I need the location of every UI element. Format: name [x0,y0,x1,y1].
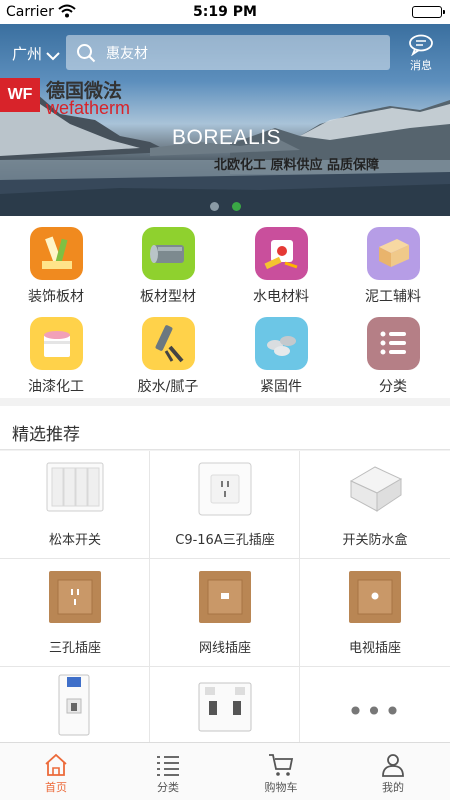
message-icon [404,34,438,56]
chevron-down-icon[interactable] [46,46,60,65]
status-bar: Carrier 5:19 PM [0,0,450,24]
product-card[interactable]: 三孔插座 [0,559,150,667]
battery-icon [412,6,445,18]
city-selector[interactable]: 广州 [12,43,42,64]
leakage-breaker-icon [198,682,252,732]
profile-icon [382,754,404,777]
socket-icon [198,462,252,516]
tab-cart[interactable]: 购物车 [225,743,337,800]
category-item[interactable]: 泥工辅料 [337,216,449,306]
category-label: 装饰板材 [28,289,84,305]
paint-bucket-icon [29,317,83,370]
bottom-tab-bar: 首页 分类 购物车 我的 [0,742,450,800]
category-item[interactable]: 装饰板材 [0,216,112,306]
banner-pager [0,202,450,211]
category-label: 泥工辅料 [365,289,421,305]
product-name: 三孔插座 [48,641,101,656]
product-card[interactable]: 松本开关 [0,451,150,559]
caulk-gun-icon [141,317,195,370]
search-icon [76,43,96,67]
category-grid: 装饰板材 板材型材 水电材料 泥工辅料 油漆化工 胶水/腻子 紧固件 分类 [0,216,450,398]
profile-pipe-icon [141,227,195,280]
search-input[interactable]: 惠友材 [66,35,390,70]
top-header: 广州 惠友材 消息 [0,24,450,80]
category-item[interactable]: 板材型材 [112,216,224,306]
product-name: 开关防水盒 [342,533,408,548]
brand-logo: WF [0,78,40,112]
product-name: 松本开关 [48,533,101,548]
recommend-section-header: 精选推荐 [0,406,450,450]
tab-category[interactable]: 分类 [112,743,224,800]
tab-label: 购物车 [264,781,298,794]
tab-home[interactable]: 首页 [0,743,112,800]
category-item[interactable]: 油漆化工 [0,306,112,396]
category-label: 板材型材 [140,289,196,305]
tab-label: 首页 [45,781,67,794]
list-icon [366,317,420,370]
circuit-breaker-icon [58,674,90,736]
search-placeholder: 惠友材 [106,46,148,62]
electrical-icon [254,227,308,280]
pager-dot[interactable] [209,202,219,211]
category-label: 油漆化工 [28,379,84,395]
banner-headline: BOREALIS [172,126,282,149]
wall-switch-icon [46,462,104,512]
cart-icon [269,754,294,776]
banner-slogan: 北欧化工 原料供应 品质保障 [214,158,380,173]
app-screen: Carrier 5:19 PM WF 德国微法 wefatherm BOREAL… [0,0,450,800]
more-icon: ••• [347,695,403,728]
category-label: 水电材料 [253,289,309,305]
section-title: 精选推荐 [12,425,80,445]
category-item[interactable]: 水电材料 [225,216,337,306]
tab-label: 我的 [382,781,404,794]
home-icon [45,753,67,776]
category-label: 分类 [379,379,407,395]
waterproof-box-icon [349,466,403,512]
network-socket-icon [199,571,251,623]
status-time: 5:19 PM [193,4,257,20]
product-name: C9-16A三孔插座 [175,533,275,548]
category-item[interactable]: 胶水/腻子 [112,306,224,396]
product-card[interactable]: 网线插座 [150,559,300,667]
tab-profile[interactable]: 我的 [337,743,449,800]
product-card[interactable]: 开关防水盒 [300,451,450,559]
tv-socket-icon [349,571,401,623]
decor-board-icon [29,227,83,280]
banner-brand-en: wefatherm [46,98,131,118]
category-label: 紧固件 [260,379,302,395]
fastener-icon [254,317,308,370]
message-label: 消息 [410,59,432,72]
tab-label: 分类 [157,781,179,794]
category-item[interactable]: 分类 [337,306,449,396]
product-grid: 松本开关 C9-16A三孔插座 开关防水盒 三孔插座 网线插座 电视插座 ••• [0,451,450,775]
category-label: 胶水/腻子 [137,379,199,395]
product-name: 网线插座 [198,641,251,656]
masonry-icon [366,227,420,280]
category-item[interactable]: 紧固件 [225,306,337,396]
gold-socket-icon [49,571,101,623]
pager-dot-active[interactable] [231,202,241,211]
product-card[interactable]: 电视插座 [300,559,450,667]
list-icon [157,756,179,776]
product-card[interactable]: C9-16A三孔插座 [150,451,300,559]
message-button[interactable]: 消息 [404,34,438,73]
product-name: 电视插座 [348,641,401,656]
